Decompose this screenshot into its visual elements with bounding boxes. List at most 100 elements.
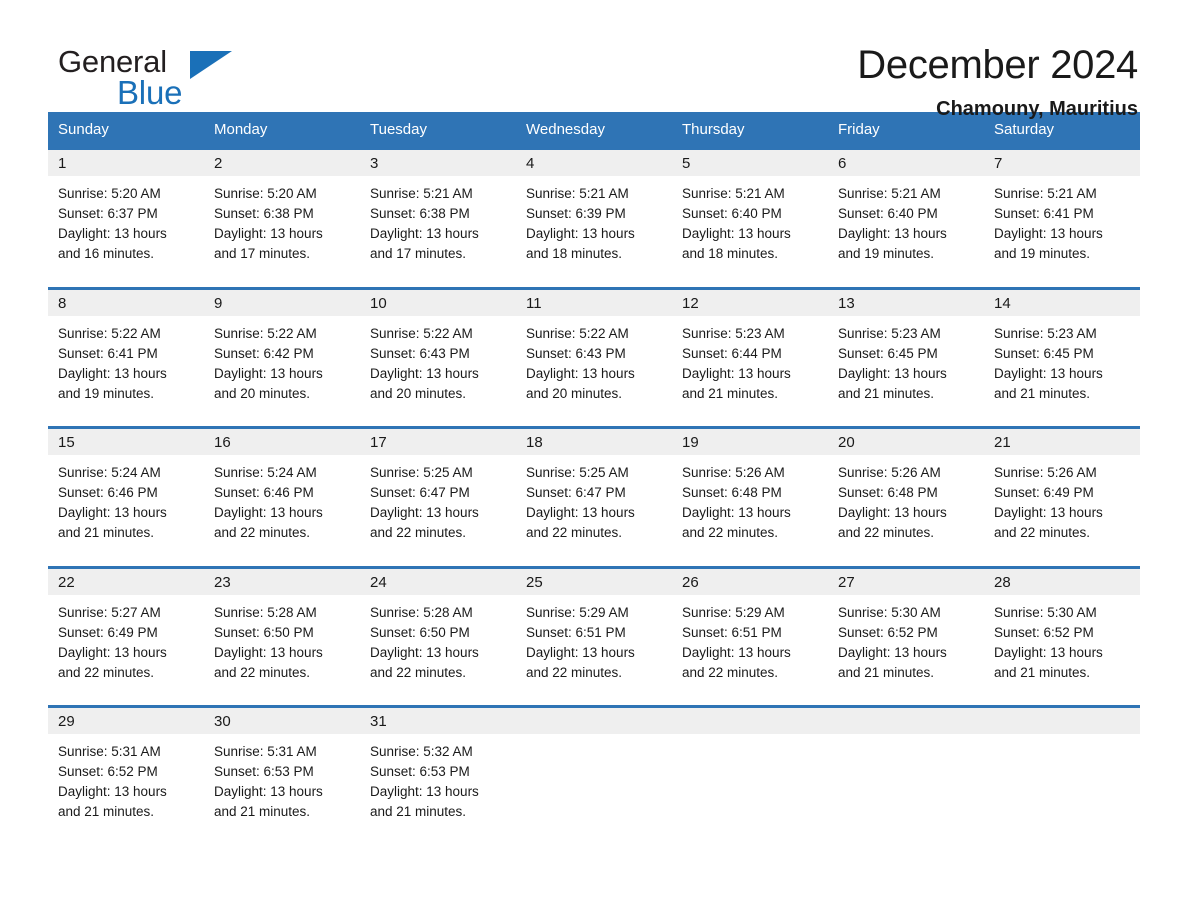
day-number: 10: [360, 289, 516, 316]
day-number: 27: [828, 568, 984, 595]
day-number: 20: [828, 429, 984, 455]
day-sunset-line: Sunset: 6:47 PM: [526, 485, 626, 500]
week-spacer: [48, 692, 1140, 707]
day-sunset-line: Sunset: 6:46 PM: [58, 485, 158, 500]
calendar-day-cell[interactable]: 6 Sunrise: 5:21 AM Sunset: 6:40 PM Daylight…: [828, 147, 984, 274]
calendar-day-cell[interactable]: 24 Sunrise: 5:28 AM Sunset: 6:50 PM Dayligh…: [360, 565, 516, 693]
calendar-day-cell[interactable]: 15 Sunrise: 5:24 AM Sunset: 6:46 PM Dayligh…: [48, 426, 204, 553]
day-daylight-line: Daylight: 13 hours: [214, 644, 323, 660]
day-number: [516, 708, 672, 734]
calendar-day-cell[interactable]: 1 Sunrise: 5:20 AM Sunset: 6:37 PM Daylight…: [48, 147, 204, 274]
calendar-day-cell[interactable]: 13 Sunrise: 5:23 AM Sunset: 6:45 PM Dayligh…: [828, 286, 984, 414]
day-details: Sunrise: 5:25 AM Sunset: 6:47 PM Daylight:…: [360, 455, 516, 553]
calendar-day-cell[interactable]: 9 Sunrise: 5:22 AM Sunset: 6:42 PM Daylight…: [204, 286, 360, 414]
calendar-day-cell[interactable]: 4 Sunrise: 5:21 AM Sunset: 6:39 PM Daylight…: [516, 147, 672, 274]
day-daylight-line: and 21 minutes.: [838, 385, 935, 401]
day-sunrise-line: Sunrise: 5:23 AM: [994, 325, 1097, 341]
day-daylight-line: and 20 minutes.: [214, 385, 311, 401]
day-details: [516, 734, 672, 752]
day-daylight-line: and 21 minutes.: [370, 804, 467, 819]
day-daylight-line: and 22 minutes.: [838, 525, 935, 540]
calendar-day-cell[interactable]: 8 Sunrise: 5:22 AM Sunset: 6:41 PM Daylight…: [48, 286, 204, 414]
day-number: 26: [672, 568, 828, 595]
day-daylight-line: Daylight: 13 hours: [370, 644, 479, 660]
day-cell-inner: 24 Sunrise: 5:28 AM Sunset: 6:50 PM Dayligh…: [360, 568, 516, 693]
day-details: Sunrise: 5:30 AM Sunset: 6:52 PM Daylight:…: [828, 595, 984, 693]
weekday-header-monday: Monday: [204, 112, 360, 149]
calendar-day-cell[interactable]: 27 Sunrise: 5:30 AM Sunset: 6:52 PM Dayligh…: [828, 565, 984, 693]
day-sunset-line: Sunset: 6:50 PM: [214, 624, 314, 640]
day-daylight-line: Daylight: 13 hours: [58, 365, 167, 381]
day-number: 18: [516, 429, 672, 455]
day-sunrise-line: Sunrise: 5:31 AM: [58, 744, 161, 759]
calendar-day-cell[interactable]: 12 Sunrise: 5:23 AM Sunset: 6:44 PM Dayligh…: [672, 286, 828, 414]
day-sunrise-line: Sunrise: 5:22 AM: [214, 325, 317, 341]
day-sunset-line: Sunset: 6:51 PM: [682, 624, 782, 640]
calendar-day-cell[interactable]: 3 Sunrise: 5:21 AM Sunset: 6:38 PM Daylight…: [360, 147, 516, 274]
day-details: Sunrise: 5:31 AM Sunset: 6:52 PM Daylight:…: [48, 734, 204, 832]
day-number: 5: [672, 150, 828, 176]
day-details: [828, 734, 984, 752]
day-number: 4: [516, 150, 672, 176]
day-sunrise-line: Sunrise: 5:31 AM: [214, 744, 317, 759]
day-cell-inner: 26 Sunrise: 5:29 AM Sunset: 6:51 PM Dayligh…: [672, 568, 828, 693]
calendar-day-cell[interactable]: 10 Sunrise: 5:22 AM Sunset: 6:43 PM Dayligh…: [360, 286, 516, 414]
day-daylight-line: and 20 minutes.: [526, 385, 623, 401]
calendar-day-cell[interactable]: 18 Sunrise: 5:25 AM Sunset: 6:47 PM Dayligh…: [516, 426, 672, 553]
calendar-day-cell[interactable]: 20 Sunrise: 5:26 AM Sunset: 6:48 PM Dayligh…: [828, 426, 984, 553]
calendar-day-cell[interactable]: 26 Sunrise: 5:29 AM Sunset: 6:51 PM Dayligh…: [672, 565, 828, 693]
day-details: Sunrise: 5:27 AM Sunset: 6:49 PM Daylight:…: [48, 595, 204, 693]
calendar-week-row: 8 Sunrise: 5:22 AM Sunset: 6:41 PM Daylight…: [48, 286, 1140, 414]
day-details: Sunrise: 5:24 AM Sunset: 6:46 PM Daylight:…: [48, 455, 204, 553]
day-sunset-line: Sunset: 6:49 PM: [58, 624, 158, 640]
day-details: Sunrise: 5:21 AM Sunset: 6:40 PM Daylight:…: [828, 176, 984, 274]
day-daylight-line: Daylight: 13 hours: [58, 226, 167, 241]
day-number: 13: [828, 289, 984, 316]
calendar-day-cell[interactable]: 22 Sunrise: 5:27 AM Sunset: 6:49 PM Dayligh…: [48, 565, 204, 693]
calendar-day-cell[interactable]: 7 Sunrise: 5:21 AM Sunset: 6:41 PM Daylight…: [984, 147, 1140, 274]
day-daylight-line: Daylight: 13 hours: [682, 365, 791, 381]
day-number: 7: [984, 150, 1140, 176]
calendar-day-cell[interactable]: 25 Sunrise: 5:29 AM Sunset: 6:51 PM Dayligh…: [516, 565, 672, 693]
calendar-day-cell[interactable]: 17 Sunrise: 5:25 AM Sunset: 6:47 PM Dayligh…: [360, 426, 516, 553]
day-sunrise-line: Sunrise: 5:22 AM: [526, 325, 629, 341]
day-daylight-line: Daylight: 13 hours: [526, 505, 635, 520]
day-daylight-line: Daylight: 13 hours: [838, 644, 947, 660]
day-daylight-line: and 21 minutes.: [682, 385, 779, 401]
day-details: Sunrise: 5:28 AM Sunset: 6:50 PM Daylight:…: [204, 595, 360, 693]
day-number: [672, 708, 828, 734]
calendar-day-cell[interactable]: 14 Sunrise: 5:23 AM Sunset: 6:45 PM Dayligh…: [984, 286, 1140, 414]
day-sunset-line: Sunset: 6:43 PM: [370, 345, 470, 361]
day-details: Sunrise: 5:29 AM Sunset: 6:51 PM Daylight:…: [516, 595, 672, 693]
day-cell-inner: 8 Sunrise: 5:22 AM Sunset: 6:41 PM Daylight…: [48, 289, 204, 414]
calendar-day-cell[interactable]: 29 Sunrise: 5:31 AM Sunset: 6:52 PM Dayligh…: [48, 705, 204, 832]
day-daylight-line: Daylight: 13 hours: [838, 505, 947, 520]
calendar-day-cell[interactable]: 30 Sunrise: 5:31 AM Sunset: 6:53 PM Dayligh…: [204, 705, 360, 832]
calendar-day-cell[interactable]: 2 Sunrise: 5:20 AM Sunset: 6:38 PM Daylight…: [204, 147, 360, 274]
day-sunset-line: Sunset: 6:51 PM: [526, 624, 626, 640]
day-number: 24: [360, 568, 516, 595]
day-cell-inner: 5 Sunrise: 5:21 AM Sunset: 6:40 PM Daylight…: [672, 150, 828, 274]
calendar-day-cell[interactable]: 31 Sunrise: 5:32 AM Sunset: 6:53 PM Dayligh…: [360, 705, 516, 832]
day-number: 15: [48, 429, 204, 455]
day-cell-inner: 18 Sunrise: 5:25 AM Sunset: 6:47 PM Dayligh…: [516, 429, 672, 553]
day-daylight-line: and 18 minutes.: [682, 246, 779, 261]
day-sunrise-line: Sunrise: 5:28 AM: [214, 604, 317, 620]
calendar-day-cell[interactable]: 19 Sunrise: 5:26 AM Sunset: 6:48 PM Dayligh…: [672, 426, 828, 553]
calendar-day-cell[interactable]: 11 Sunrise: 5:22 AM Sunset: 6:43 PM Dayligh…: [516, 286, 672, 414]
calendar-day-cell[interactable]: 21 Sunrise: 5:26 AM Sunset: 6:49 PM Dayligh…: [984, 426, 1140, 553]
calendar-day-cell[interactable]: 28 Sunrise: 5:30 AM Sunset: 6:52 PM Dayligh…: [984, 565, 1140, 693]
day-sunset-line: Sunset: 6:48 PM: [838, 485, 938, 500]
week-spacer-cell: [48, 692, 1140, 707]
calendar-week-row: 15 Sunrise: 5:24 AM Sunset: 6:46 PM Dayligh…: [48, 426, 1140, 553]
calendar-day-cell[interactable]: 5 Sunrise: 5:21 AM Sunset: 6:40 PM Daylight…: [672, 147, 828, 274]
day-daylight-line: Daylight: 13 hours: [838, 226, 947, 241]
day-number: 11: [516, 289, 672, 316]
week-spacer: [48, 274, 1140, 288]
day-cell-inner: 2 Sunrise: 5:20 AM Sunset: 6:38 PM Daylight…: [204, 150, 360, 274]
calendar-day-cell[interactable]: 16 Sunrise: 5:24 AM Sunset: 6:46 PM Dayligh…: [204, 426, 360, 553]
calendar-day-cell[interactable]: 23 Sunrise: 5:28 AM Sunset: 6:50 PM Dayligh…: [204, 565, 360, 693]
day-sunset-line: Sunset: 6:49 PM: [994, 485, 1094, 500]
day-daylight-line: Daylight: 13 hours: [526, 644, 635, 660]
day-details: Sunrise: 5:23 AM Sunset: 6:45 PM Daylight:…: [828, 316, 984, 414]
